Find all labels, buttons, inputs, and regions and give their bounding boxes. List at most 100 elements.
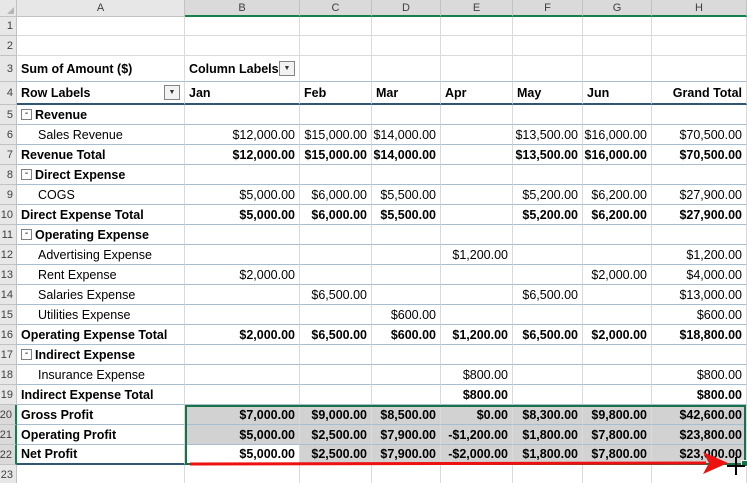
- collapse-button[interactable]: -: [21, 169, 32, 180]
- cell-E1[interactable]: [441, 17, 513, 36]
- cell-B11[interactable]: [185, 225, 300, 245]
- row-header-5[interactable]: 5: [0, 105, 17, 125]
- cell-G7[interactable]: $16,000.00: [583, 145, 652, 165]
- cell-E9[interactable]: [441, 185, 513, 205]
- cell-G16[interactable]: $2,000.00: [583, 325, 652, 345]
- col-header-B[interactable]: B: [185, 0, 300, 17]
- cell-B14[interactable]: [185, 285, 300, 305]
- cell-H17[interactable]: [652, 345, 747, 365]
- cell-B21[interactable]: $5,000.00: [185, 425, 300, 445]
- cell-D15[interactable]: $600.00: [372, 305, 441, 325]
- cell-D10[interactable]: $5,500.00: [372, 205, 441, 225]
- cell-C9[interactable]: $6,000.00: [300, 185, 372, 205]
- cell-F9[interactable]: $5,200.00: [513, 185, 583, 205]
- cell-G10[interactable]: $6,200.00: [583, 205, 652, 225]
- collapse-button[interactable]: -: [21, 349, 32, 360]
- cell-D7[interactable]: $14,000.00: [372, 145, 441, 165]
- cell-E13[interactable]: [441, 265, 513, 285]
- cell-G4[interactable]: Jun: [583, 82, 652, 105]
- cell-G23[interactable]: [583, 465, 652, 483]
- collapse-button[interactable]: -: [21, 229, 32, 240]
- cell-B13[interactable]: $2,000.00: [185, 265, 300, 285]
- cell-C8[interactable]: [300, 165, 372, 185]
- cell-F7[interactable]: $13,500.00: [513, 145, 583, 165]
- cell-B7[interactable]: $12,000.00: [185, 145, 300, 165]
- cell-A11[interactable]: - Operating Expense: [17, 225, 185, 245]
- cell-G17[interactable]: [583, 345, 652, 365]
- col-header-D[interactable]: D: [372, 0, 441, 17]
- cell-B17[interactable]: [185, 345, 300, 365]
- cell-C10[interactable]: $6,000.00: [300, 205, 372, 225]
- cell-H13[interactable]: $4,000.00: [652, 265, 747, 285]
- cell-C21[interactable]: $2,500.00: [300, 425, 372, 445]
- cell-C7[interactable]: $15,000.00: [300, 145, 372, 165]
- cell-H4[interactable]: Grand Total: [652, 82, 747, 105]
- cell-E15[interactable]: [441, 305, 513, 325]
- row-header-9[interactable]: 9: [0, 185, 17, 205]
- cell-G13[interactable]: $2,000.00: [583, 265, 652, 285]
- cell-F11[interactable]: [513, 225, 583, 245]
- cell-G11[interactable]: [583, 225, 652, 245]
- cell-H21[interactable]: $23,800.00: [652, 425, 747, 445]
- cell-D4[interactable]: Mar: [372, 82, 441, 105]
- cell-C2[interactable]: [300, 36, 372, 56]
- cell-C5[interactable]: [300, 105, 372, 125]
- cell-H22[interactable]: $23,000.00: [652, 445, 747, 465]
- cell-D20[interactable]: $8,500.00: [372, 405, 441, 425]
- cell-D5[interactable]: [372, 105, 441, 125]
- cell-G6[interactable]: $16,000.00: [583, 125, 652, 145]
- cell-G20[interactable]: $9,800.00: [583, 405, 652, 425]
- cell-C1[interactable]: [300, 17, 372, 36]
- cell-A4[interactable]: Row Labels ▼: [17, 82, 185, 105]
- cell-B4[interactable]: Jan: [185, 82, 300, 105]
- cell-C4[interactable]: Feb: [300, 82, 372, 105]
- cell-G19[interactable]: [583, 385, 652, 405]
- row-header-23[interactable]: 23: [0, 465, 17, 483]
- cell-H12[interactable]: $1,200.00: [652, 245, 747, 265]
- cell-G12[interactable]: [583, 245, 652, 265]
- cell-H19[interactable]: $800.00: [652, 385, 747, 405]
- cell-G8[interactable]: [583, 165, 652, 185]
- cell-A5[interactable]: - Revenue: [17, 105, 185, 125]
- cell-B8[interactable]: [185, 165, 300, 185]
- col-header-E[interactable]: E: [441, 0, 513, 17]
- cell-A3[interactable]: Sum of Amount ($): [17, 56, 185, 82]
- cell-A21[interactable]: Operating Profit: [17, 425, 185, 445]
- col-header-F[interactable]: F: [513, 0, 583, 17]
- cell-H20[interactable]: $42,600.00: [652, 405, 747, 425]
- cell-E8[interactable]: [441, 165, 513, 185]
- cell-G5[interactable]: [583, 105, 652, 125]
- cell-B19[interactable]: [185, 385, 300, 405]
- cell-E3[interactable]: [441, 56, 513, 82]
- cell-C23[interactable]: [300, 465, 372, 483]
- row-header-7[interactable]: 7: [0, 145, 17, 165]
- row-header-21[interactable]: 21: [0, 425, 17, 445]
- cell-H10[interactable]: $27,900.00: [652, 205, 747, 225]
- cell-D18[interactable]: [372, 365, 441, 385]
- cell-G18[interactable]: [583, 365, 652, 385]
- cell-H15[interactable]: $600.00: [652, 305, 747, 325]
- cell-E14[interactable]: [441, 285, 513, 305]
- col-header-A[interactable]: A: [17, 0, 185, 17]
- cell-A16[interactable]: Operating Expense Total: [17, 325, 185, 345]
- cell-G1[interactable]: [583, 17, 652, 36]
- cell-C3[interactable]: [300, 56, 372, 82]
- cell-F2[interactable]: [513, 36, 583, 56]
- cell-H3[interactable]: [652, 56, 747, 82]
- cell-D12[interactable]: [372, 245, 441, 265]
- row-header-1[interactable]: 1: [0, 17, 17, 36]
- row-labels-filter-button[interactable]: ▼: [164, 85, 180, 100]
- cell-F18[interactable]: [513, 365, 583, 385]
- cell-A10[interactable]: Direct Expense Total: [17, 205, 185, 225]
- cell-G3[interactable]: [583, 56, 652, 82]
- cell-B15[interactable]: [185, 305, 300, 325]
- cell-F23[interactable]: [513, 465, 583, 483]
- row-header-11[interactable]: 11: [0, 225, 17, 245]
- cell-C16[interactable]: $6,500.00: [300, 325, 372, 345]
- cell-B18[interactable]: [185, 365, 300, 385]
- cell-D3[interactable]: [372, 56, 441, 82]
- row-header-2[interactable]: 2: [0, 36, 17, 56]
- cell-C20[interactable]: $9,000.00: [300, 405, 372, 425]
- cell-F8[interactable]: [513, 165, 583, 185]
- cell-A14[interactable]: Salaries Expense: [17, 285, 185, 305]
